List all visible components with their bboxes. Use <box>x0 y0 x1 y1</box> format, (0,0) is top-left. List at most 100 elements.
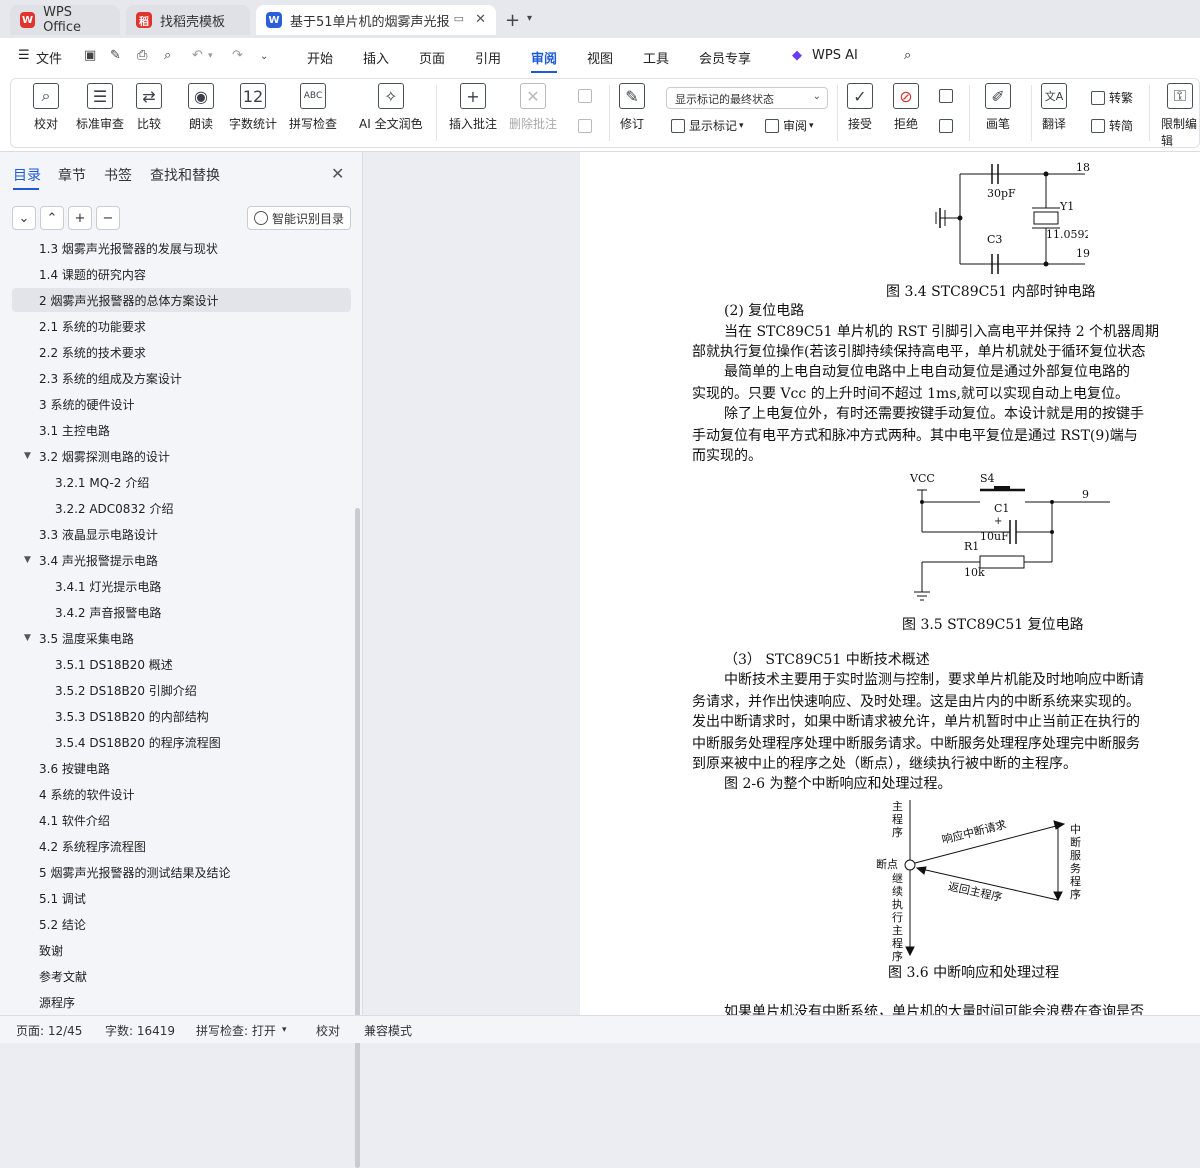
insert-comment-button[interactable]: + 插入批注 <box>449 83 497 132</box>
toc-item[interactable]: 3.1 主控电路 <box>12 418 351 442</box>
close-tab-icon[interactable]: ✕ <box>475 12 486 27</box>
undo-dropdown-icon[interactable]: ▾ <box>208 51 213 61</box>
markup-state-select[interactable]: 显示标记的最终状态 ⌄ <box>666 87 828 109</box>
toc-item[interactable]: 3.2.2 ADC0832 介绍 <box>12 496 351 520</box>
toc-item[interactable]: 2.2 系统的技术要求 <box>12 340 351 364</box>
remove-heading-button[interactable]: − <box>96 206 120 230</box>
standard-review-button[interactable]: ☰ 标准审查 <box>76 83 124 132</box>
scrollbar[interactable] <box>355 508 360 1168</box>
toc-item[interactable]: 3.6 按键电路 <box>12 756 351 780</box>
tab-document[interactable]: W 基于51单片机的烟雾声光报警 ▭ ✕ <box>256 5 496 35</box>
print-icon[interactable]: ⎙ <box>137 48 147 63</box>
toc-item[interactable]: 2 烟雾声光报警器的总体方案设计 <box>12 288 351 312</box>
tab-wps-office[interactable]: W WPS Office <box>10 5 120 35</box>
toc-item[interactable]: 4.2 系统程序流程图 <box>12 834 351 858</box>
prev-change-button[interactable] <box>939 89 957 103</box>
expand-up-button[interactable]: ⌃ <box>40 206 64 230</box>
toc-item[interactable]: 1.3 烟雾声光报警器的发展与现状 <box>12 238 351 260</box>
toc-item[interactable]: 3.5.4 DS18B20 的程序流程图 <box>12 730 351 754</box>
expand-arrow-icon[interactable]: ▼ <box>24 451 31 461</box>
menu-insert[interactable]: 插入 <box>363 48 389 67</box>
toc-item[interactable]: 2.1 系统的功能要求 <box>12 314 351 338</box>
toc-item[interactable]: 3.5.3 DS18B20 的内部结构 <box>12 704 351 728</box>
expand-arrow-icon[interactable]: ▼ <box>24 555 31 565</box>
brush-button[interactable]: ✐ 画笔 <box>985 83 1011 132</box>
tab-chapter[interactable]: 章节 <box>58 165 86 185</box>
format-painter-icon[interactable]: ✎ <box>110 48 121 63</box>
read-aloud-button[interactable]: ◉ 朗读 <box>188 83 214 132</box>
save-icon[interactable]: ▣ <box>84 48 96 63</box>
track-changes-button[interactable]: ✎ 修订 <box>619 83 645 132</box>
translate-button[interactable]: 文A 翻译 <box>1041 83 1067 132</box>
toc-item[interactable]: 3 系统的硬件设计 <box>12 392 351 416</box>
word-count-indicator[interactable]: 字数: 16419 <box>105 1022 175 1039</box>
toc-item[interactable]: 4.1 软件介绍 <box>12 808 351 832</box>
tab-find-replace[interactable]: 查找和替换 <box>150 165 220 185</box>
next-comment-button[interactable] <box>578 119 596 133</box>
menu-start[interactable]: 开始 <box>307 48 333 67</box>
review-pane-button[interactable]: 审阅 ▾ <box>765 117 814 134</box>
smart-toc-button[interactable]: 智能识别目录 <box>247 206 351 230</box>
document-page[interactable]: 18 19 30pF Y1 11.0592M C3 图 3.4 STC89C51… <box>580 152 1200 1015</box>
tab-template[interactable]: 稻 找稻壳模板 <box>126 5 250 35</box>
toc-item[interactable]: 致谢 <box>12 938 351 962</box>
hamburger-icon[interactable]: ☰ <box>18 48 30 63</box>
monitor-icon[interactable]: ▭ <box>454 12 464 25</box>
toc-item[interactable]: 源程序 <box>12 990 351 1014</box>
more-chevron-icon[interactable]: ⌄ <box>260 51 268 62</box>
toc-item[interactable]: 5 烟雾声光报警器的测试结果及结论 <box>12 860 351 884</box>
toc-item[interactable]: 5.1 调试 <box>12 886 351 910</box>
toc-item[interactable]: 3.4.2 声音报警电路 <box>12 600 351 624</box>
expand-arrow-icon[interactable]: ▼ <box>24 633 31 643</box>
show-markup-button[interactable]: 显示标记 ▾ <box>671 117 744 134</box>
reject-button[interactable]: ⊘ 拒绝 <box>893 83 919 132</box>
redo-icon[interactable]: ↷ <box>232 48 243 63</box>
spell-check-toggle[interactable]: 拼写检查: 打开 <box>196 1022 276 1039</box>
menu-view[interactable]: 视图 <box>587 48 613 67</box>
spell-check-button[interactable]: ABC 拼写检查 <box>289 83 337 132</box>
menu-wps-ai[interactable]: WPS AI <box>812 48 858 63</box>
proofread-status[interactable]: 校对 <box>316 1022 340 1039</box>
close-icon[interactable]: ✕ <box>331 164 344 183</box>
tab-toc[interactable]: 目录 <box>13 165 41 185</box>
toc-item[interactable]: 4 系统的软件设计 <box>12 782 351 806</box>
to-simplified-button[interactable]: 转简 <box>1091 117 1133 134</box>
menu-reference[interactable]: 引用 <box>475 48 501 67</box>
toc-item[interactable]: 1.4 课题的研究内容 <box>12 262 351 286</box>
delete-comment-button[interactable]: ✕ 删除批注 <box>509 83 557 132</box>
menu-page[interactable]: 页面 <box>419 48 445 67</box>
toc-item[interactable]: ▼ 3.2 烟雾探测电路的设计 <box>12 444 351 468</box>
toc-item[interactable]: 3.2.1 MQ-2 介绍 <box>12 470 351 494</box>
menu-review[interactable]: 审阅 <box>531 48 557 67</box>
add-heading-button[interactable]: + <box>68 206 92 230</box>
ai-polish-button[interactable]: ✧ AI 全文润色 <box>359 83 423 132</box>
restrict-edit-button[interactable]: ⚿ 限制编辑 <box>1161 83 1199 149</box>
accept-button[interactable]: ✓ 接受 <box>847 83 873 132</box>
print-preview-icon[interactable]: ⌕ <box>164 48 171 63</box>
toc-item[interactable]: 3.4.1 灯光提示电路 <box>12 574 351 598</box>
toc-item[interactable]: ▼ 3.5 温度采集电路 <box>12 626 351 650</box>
toc-item[interactable]: 3.3 液晶显示电路设计 <box>12 522 351 546</box>
word-count-button[interactable]: 12 字数统计 <box>229 83 277 132</box>
compare-button[interactable]: ⇄ 比较 <box>136 83 162 132</box>
toc-item[interactable]: 3.5.1 DS18B20 概述 <box>12 652 351 676</box>
collapse-all-button[interactable]: ⌄ <box>12 206 36 230</box>
page-indicator[interactable]: 页面: 12/45 <box>16 1022 82 1039</box>
new-tab-icon[interactable]: + <box>505 10 520 31</box>
menu-file[interactable]: 文件 <box>36 48 62 67</box>
toc-item[interactable]: 3.5.2 DS18B20 引脚介绍 <box>12 678 351 702</box>
to-traditional-button[interactable]: 转繁 <box>1091 89 1133 106</box>
chevron-down-icon[interactable]: ▾ <box>527 13 532 24</box>
toc-item[interactable]: ▼ 3.4 声光报警提示电路 <box>12 548 351 572</box>
undo-icon[interactable]: ↶ <box>192 48 203 63</box>
tab-bookmark[interactable]: 书签 <box>104 165 132 185</box>
menu-tools[interactable]: 工具 <box>643 48 669 67</box>
proofread-button[interactable]: ⌕ 校对 <box>33 83 59 132</box>
menu-member[interactable]: 会员专享 <box>699 48 751 67</box>
toc-item[interactable]: 2.3 系统的组成及方案设计 <box>12 366 351 390</box>
toc-item[interactable]: 参考文献 <box>12 964 351 988</box>
next-change-button[interactable] <box>939 119 957 133</box>
toc-item[interactable]: 5.2 结论 <box>12 912 351 936</box>
chevron-down-icon[interactable]: ▾ <box>282 1025 287 1035</box>
search-icon[interactable]: ⌕ <box>904 48 911 63</box>
